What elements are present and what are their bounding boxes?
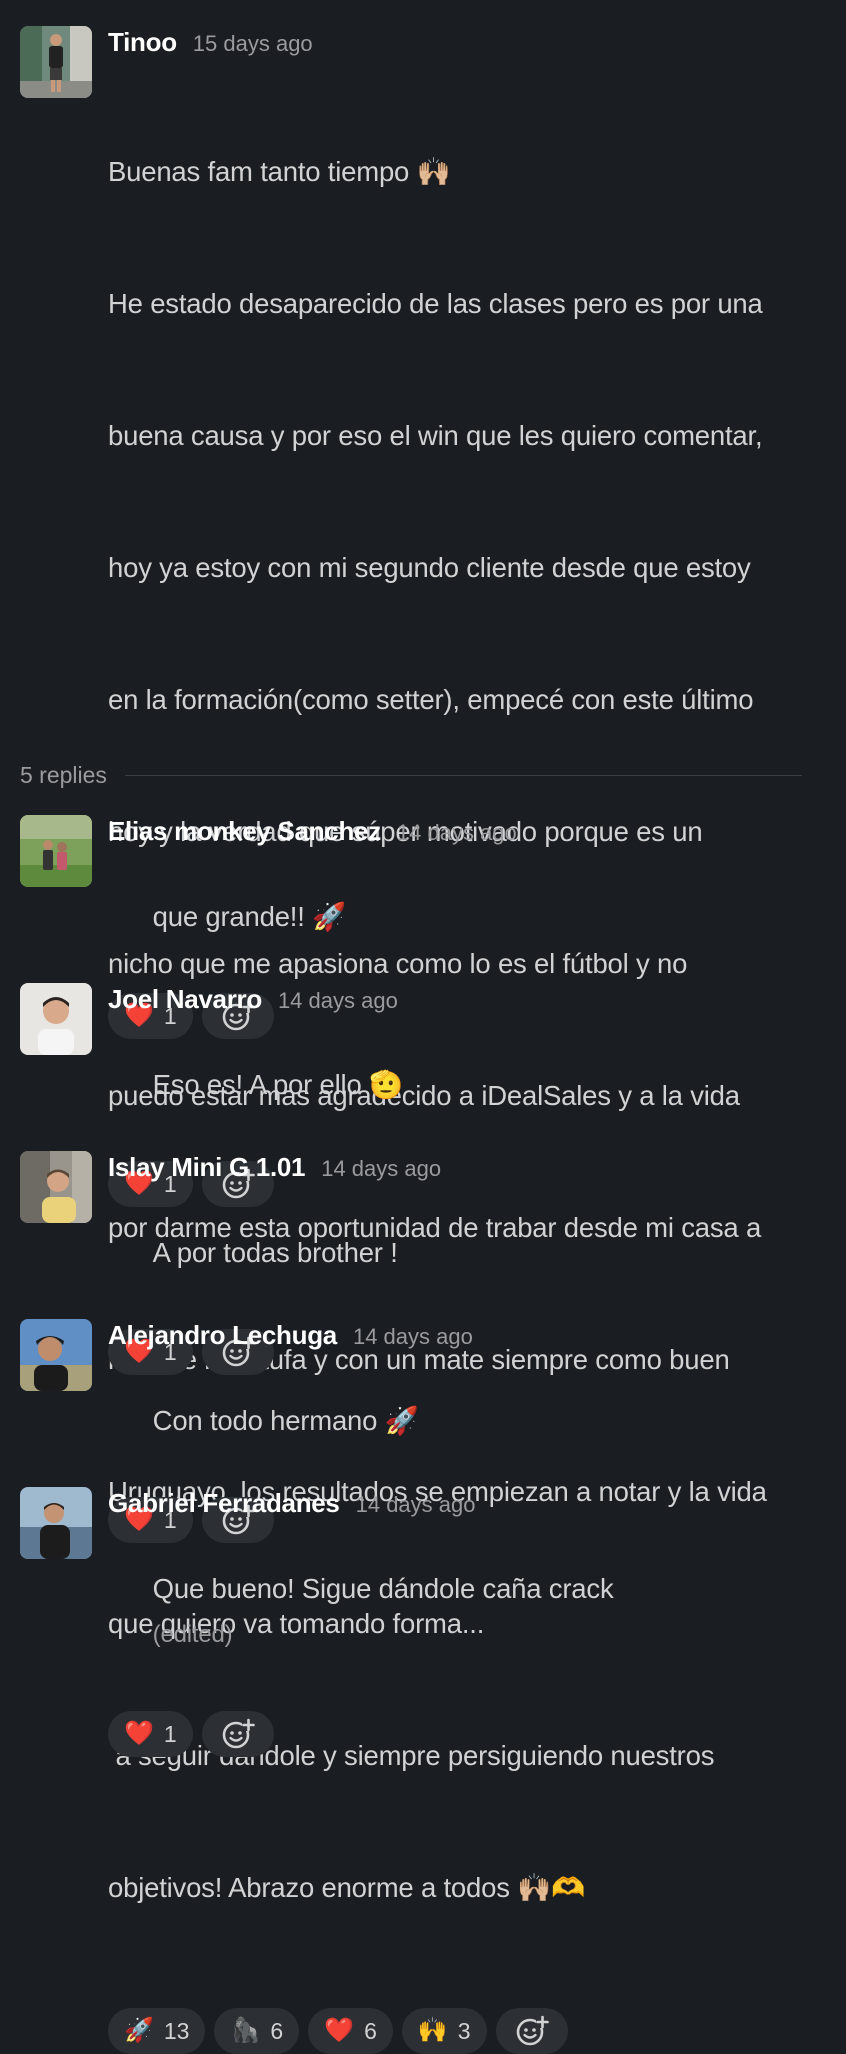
timestamp[interactable]: 15 days ago <box>193 28 313 60</box>
reaction-heart[interactable]: ❤️ 1 <box>108 1711 193 1757</box>
author-name[interactable]: Tinoo <box>108 26 177 58</box>
avatar[interactable] <box>20 26 92 98</box>
reactions-bar: 🚀 13 🦍 6 ❤️ 6 🙌 3 <box>108 2008 826 2054</box>
message-text: que grande!! 🚀 <box>108 851 826 983</box>
avatar-image-tinoo <box>20 26 92 98</box>
message-header: Elias monkey Sanchez 14 days ago <box>108 815 826 847</box>
reaction-rocket[interactable]: 🚀 13 <box>108 2008 206 2054</box>
message-header: Joel Navarro 14 days ago <box>108 983 826 1015</box>
reaction-count: 1 <box>163 1720 177 1747</box>
reply-text: A por todas brother ! <box>152 1237 398 1268</box>
avatar[interactable] <box>20 1487 92 1559</box>
replies-divider: 5 replies <box>20 762 802 789</box>
message-content: Gabriel Ferradanes 14 days ago Que bueno… <box>108 1487 826 1757</box>
add-reaction-icon <box>222 1718 255 1749</box>
message-line: objetivos! Abrazo enorme a todos 🙌🏼🫶 <box>108 1872 586 1903</box>
heart-emoji-icon: ❤️ <box>124 1720 154 1747</box>
author-name[interactable]: Elias monkey Sanchez <box>108 815 381 847</box>
message-line: en la formación(como setter), empecé con… <box>108 684 754 715</box>
avatar[interactable] <box>20 1319 92 1391</box>
reaction-raised-hands[interactable]: 🙌 3 <box>401 2008 487 2054</box>
heart-emoji-icon: ❤️ <box>324 2017 355 2044</box>
avatar[interactable] <box>20 983 92 1055</box>
timestamp[interactable]: 14 days ago <box>356 1489 476 1521</box>
message-text: Eso es! A por ello 🫡 <box>108 1019 826 1151</box>
author-name[interactable]: Islay Mini G 1.01 <box>108 1151 306 1183</box>
avatar-image-elias <box>20 815 92 887</box>
avatar-image-gabriel <box>20 1487 92 1559</box>
reaction-count: 13 <box>163 2017 190 2044</box>
timestamp[interactable]: 14 days ago <box>321 1153 441 1185</box>
message-header: Islay Mini G 1.01 14 days ago <box>108 1151 826 1183</box>
reply-text: Con todo hermano 🚀 <box>152 1405 419 1436</box>
add-reaction-button[interactable] <box>201 1711 274 1757</box>
reply-message: Gabriel Ferradanes 14 days ago Que bueno… <box>20 1487 826 1757</box>
message-text: Con todo hermano 🚀 <box>108 1355 826 1487</box>
reply-text: Eso es! A por ello 🫡 <box>152 1069 404 1100</box>
timestamp[interactable]: 14 days ago <box>278 985 398 1017</box>
avatar[interactable] <box>20 1151 92 1223</box>
reactions-bar: ❤️ 1 <box>108 1711 826 1757</box>
message-line: He estado desaparecido de las clases per… <box>108 288 763 319</box>
avatar[interactable] <box>20 815 92 887</box>
reaction-count: 3 <box>457 2017 471 2044</box>
reply-text: que grande!! 🚀 <box>152 901 347 932</box>
timestamp[interactable]: 14 days ago <box>397 817 517 849</box>
message-line: hoy ya estoy con mi segundo cliente desd… <box>108 552 751 583</box>
rocket-emoji-icon: 🚀 <box>124 2017 154 2044</box>
avatar-image-joel <box>20 983 92 1055</box>
edited-label: (edited) <box>152 1621 233 1648</box>
author-name[interactable]: Gabriel Ferradanes <box>108 1487 340 1519</box>
add-reaction-icon <box>516 2015 549 2046</box>
message-header: Gabriel Ferradanes 14 days ago <box>108 1487 826 1519</box>
reaction-heart[interactable]: ❤️ 6 <box>308 2008 393 2054</box>
message-text: A por todas brother ! <box>108 1187 826 1319</box>
message-line: buena causa y por eso el win que les qui… <box>108 420 763 451</box>
message-header: Alejandro Lechuga 14 days ago <box>108 1319 826 1351</box>
avatar-image-alejandro <box>20 1319 92 1391</box>
reaction-gorilla[interactable]: 🦍 6 <box>214 2008 300 2054</box>
message-text: Que bueno! Sigue dándole caña crack (edi… <box>108 1523 826 1701</box>
message-header: Tinoo 15 days ago <box>108 26 826 58</box>
raised-hands-emoji-icon: 🙌 <box>417 2017 448 2044</box>
reply-text: Que bueno! Sigue dándole caña crack <box>152 1573 614 1604</box>
gorilla-emoji-icon: 🦍 <box>230 2017 261 2044</box>
author-name[interactable]: Joel Navarro <box>108 983 262 1015</box>
author-name[interactable]: Alejandro Lechuga <box>108 1319 337 1351</box>
replies-count: 5 replies <box>20 762 107 788</box>
divider-line <box>124 775 802 776</box>
add-reaction-button[interactable] <box>495 2008 568 2054</box>
timestamp[interactable]: 14 days ago <box>353 1321 473 1353</box>
message-line: Buenas fam tanto tiempo 🙌🏼 <box>108 156 451 187</box>
reaction-count: 6 <box>364 2017 377 2044</box>
reaction-count: 6 <box>270 2017 284 2044</box>
avatar-image-islay <box>20 1151 92 1223</box>
